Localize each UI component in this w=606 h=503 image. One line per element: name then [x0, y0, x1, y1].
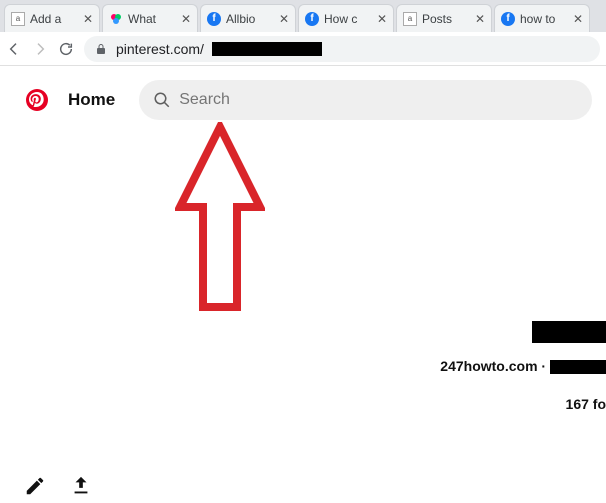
close-tab-icon[interactable]: ✕: [83, 12, 93, 26]
tab-title: What: [128, 12, 177, 26]
site-favicon-1: [109, 12, 123, 26]
close-tab-icon[interactable]: ✕: [181, 12, 191, 26]
facebook-favicon: f: [501, 12, 515, 26]
edit-icon[interactable]: [24, 475, 46, 497]
home-link[interactable]: Home: [68, 90, 115, 110]
close-tab-icon[interactable]: ✕: [573, 12, 583, 26]
page-content: Home 247howto.com · 167 fo: [0, 66, 606, 503]
lock-icon: [94, 42, 108, 56]
facebook-favicon: f: [207, 12, 221, 26]
upload-icon[interactable]: [70, 475, 92, 497]
profile-redacted: [550, 360, 606, 374]
tab-2[interactable]: f Allbio ✕: [200, 4, 296, 32]
url-redacted: [212, 42, 322, 56]
search-box[interactable]: [139, 80, 592, 120]
profile-separator: ·: [538, 358, 550, 374]
close-tab-icon[interactable]: ✕: [475, 12, 485, 26]
follower-count: 167 fo: [440, 396, 606, 412]
profile-domain[interactable]: 247howto.com: [440, 358, 537, 374]
tab-0[interactable]: a Add a ✕: [4, 4, 100, 32]
forward-icon[interactable]: [32, 41, 48, 57]
profile-actions: [24, 475, 92, 497]
tab-title: Posts: [422, 12, 471, 26]
profile-section: 247howto.com · 167 fo: [440, 321, 606, 412]
close-tab-icon[interactable]: ✕: [279, 12, 289, 26]
facebook-favicon: f: [305, 12, 319, 26]
tab-1[interactable]: What ✕: [102, 4, 198, 32]
tab-4[interactable]: a Posts ✕: [396, 4, 492, 32]
profile-name-redacted: [532, 321, 606, 343]
annotation-arrow-icon: [175, 122, 265, 332]
search-icon: [153, 91, 171, 109]
url-bar[interactable]: pinterest.com/: [84, 36, 600, 62]
pinterest-topbar: Home: [0, 66, 606, 120]
search-input[interactable]: [179, 91, 578, 109]
reload-icon[interactable]: [58, 41, 74, 57]
tab-5[interactable]: f how to ✕: [494, 4, 590, 32]
back-icon[interactable]: [6, 41, 22, 57]
tab-3[interactable]: f How c ✕: [298, 4, 394, 32]
close-tab-icon[interactable]: ✕: [377, 12, 387, 26]
site-favicon-0: a: [11, 12, 25, 26]
tab-title: Allbio: [226, 12, 275, 26]
url-text: pinterest.com/: [116, 41, 204, 57]
tab-title: How c: [324, 12, 373, 26]
pinterest-logo-icon[interactable]: [24, 87, 50, 113]
tab-title: how to: [520, 12, 569, 26]
site-favicon-4: a: [403, 12, 417, 26]
browser-toolbar: pinterest.com/: [0, 32, 606, 66]
tab-title: Add a: [30, 12, 79, 26]
browser-tabstrip: a Add a ✕ What ✕ f Allbio ✕ f How c ✕ a …: [0, 0, 606, 32]
